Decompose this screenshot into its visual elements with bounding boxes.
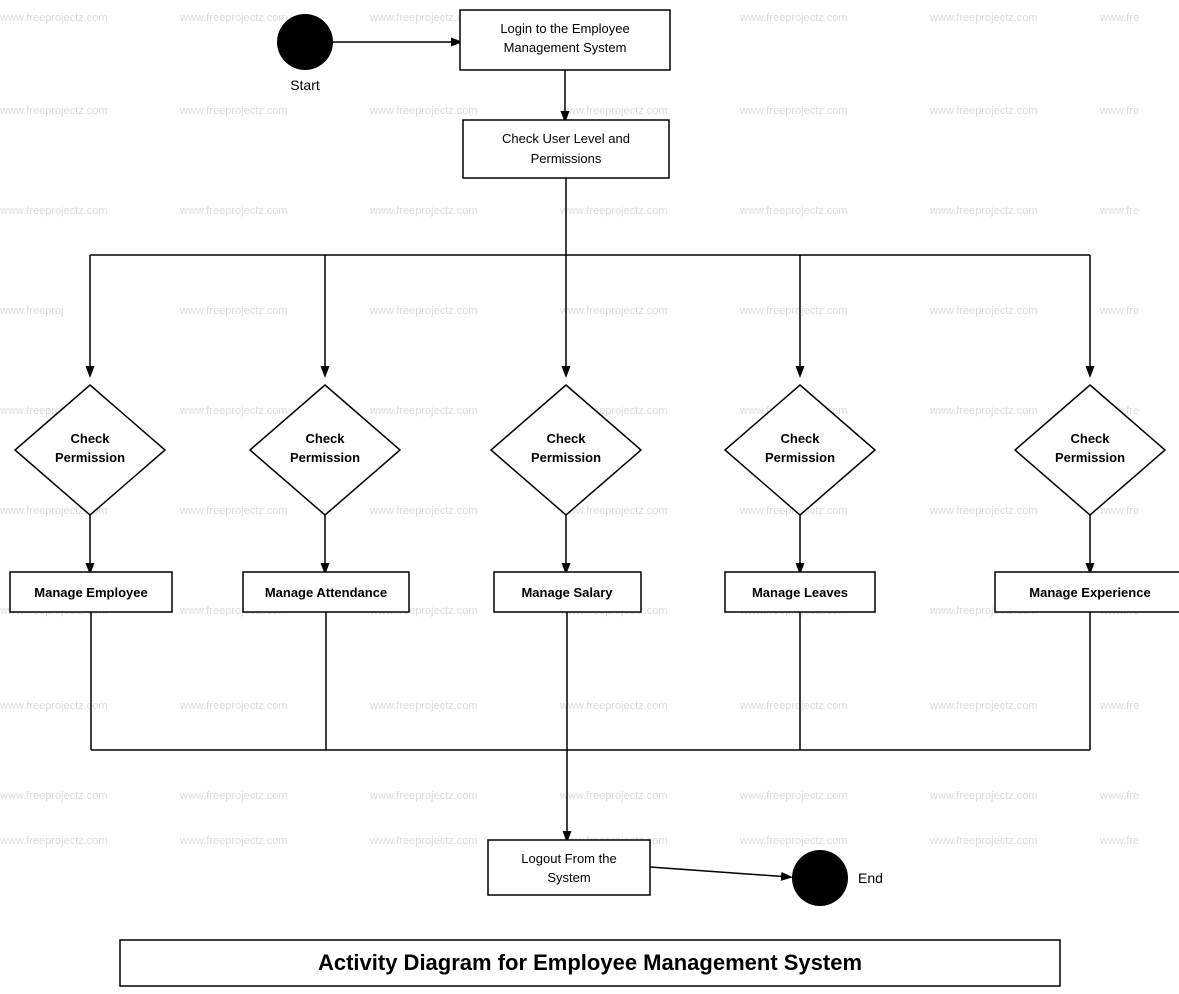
svg-text:Permissions: Permissions bbox=[531, 151, 602, 166]
svg-text:Start: Start bbox=[290, 77, 320, 93]
svg-text:Check User Level and: Check User Level and bbox=[502, 131, 630, 146]
svg-text:Permission: Permission bbox=[55, 450, 125, 465]
svg-text:Check: Check bbox=[305, 431, 345, 446]
svg-text:Logout From the: Logout From the bbox=[521, 851, 616, 866]
svg-text:System: System bbox=[547, 870, 590, 885]
svg-text:Management System: Management System bbox=[504, 40, 627, 55]
diagram-container: www.freeprojectz.com www.freeprojectz.co… bbox=[0, 0, 1179, 994]
svg-text:Activity Diagram for Employee: Activity Diagram for Employee Management… bbox=[318, 950, 862, 975]
svg-text:Manage Salary: Manage Salary bbox=[521, 585, 613, 600]
svg-text:End: End bbox=[858, 870, 883, 886]
svg-text:Manage Experience: Manage Experience bbox=[1029, 585, 1150, 600]
svg-text:Permission: Permission bbox=[290, 450, 360, 465]
flowchart-svg: Start Login to the Employee Management S… bbox=[0, 0, 1179, 994]
svg-text:Check: Check bbox=[780, 431, 820, 446]
svg-text:Manage Leaves: Manage Leaves bbox=[752, 585, 848, 600]
svg-text:Check: Check bbox=[546, 431, 586, 446]
svg-text:Manage Employee: Manage Employee bbox=[34, 585, 147, 600]
svg-text:Permission: Permission bbox=[531, 450, 601, 465]
svg-text:Check: Check bbox=[1070, 431, 1110, 446]
svg-text:Permission: Permission bbox=[765, 450, 835, 465]
svg-text:Check: Check bbox=[70, 431, 110, 446]
svg-text:Login to the Employee: Login to the Employee bbox=[500, 21, 629, 36]
svg-text:Manage Attendance: Manage Attendance bbox=[265, 585, 387, 600]
svg-text:Permission: Permission bbox=[1055, 450, 1125, 465]
